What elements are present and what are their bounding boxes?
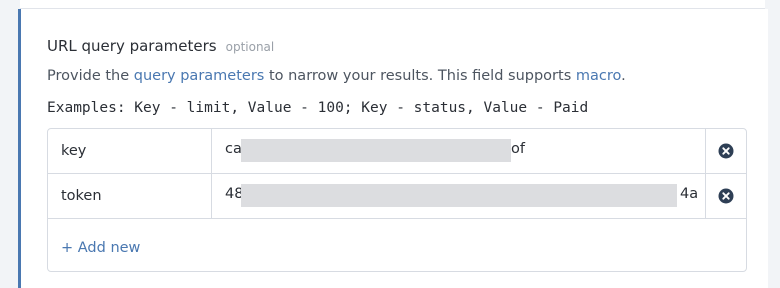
delete-row-button[interactable] bbox=[706, 174, 746, 218]
query-parameters-link[interactable]: query parameters bbox=[134, 68, 265, 84]
add-new-button[interactable]: + Add new bbox=[61, 240, 140, 256]
param-key-text: token bbox=[61, 188, 102, 204]
params-table: key ca of token 48 4a + Add new bbox=[47, 128, 747, 272]
macro-link[interactable]: macro bbox=[576, 68, 621, 84]
previous-section-edge bbox=[20, 0, 765, 9]
description-suffix: . bbox=[621, 68, 626, 84]
optional-label: optional bbox=[225, 40, 275, 54]
param-key-text: key bbox=[61, 143, 87, 159]
param-value-field[interactable]: ca of bbox=[213, 129, 706, 173]
param-value-end: 4a bbox=[680, 186, 699, 202]
param-value-field[interactable]: 48 4a bbox=[213, 174, 706, 218]
section-description: Provide the query parameters to narrow y… bbox=[47, 68, 626, 84]
section-header: URL query parameters optional bbox=[47, 37, 274, 55]
param-key-field[interactable]: key bbox=[48, 129, 212, 173]
param-value-end: of bbox=[511, 141, 525, 157]
redacted-value bbox=[241, 139, 511, 162]
delete-row-button[interactable] bbox=[706, 129, 746, 173]
description-prefix: Provide the bbox=[47, 68, 134, 84]
param-key-field[interactable]: token bbox=[48, 174, 212, 218]
section-title: URL query parameters bbox=[47, 37, 217, 55]
query-params-panel: URL query parameters optional Provide th… bbox=[18, 9, 768, 288]
page-background: URL query parameters optional Provide th… bbox=[0, 0, 780, 288]
param-row: key ca of bbox=[48, 129, 746, 174]
redacted-value bbox=[241, 184, 677, 207]
param-row: token 48 4a bbox=[48, 174, 746, 219]
param-value-start: ca bbox=[225, 141, 242, 157]
examples-text: Examples: Key - limit, Value - 100; Key … bbox=[47, 100, 589, 116]
close-circle-icon bbox=[718, 188, 734, 204]
close-circle-icon bbox=[718, 143, 734, 159]
description-middle: to narrow your results. This field suppo… bbox=[264, 68, 576, 84]
